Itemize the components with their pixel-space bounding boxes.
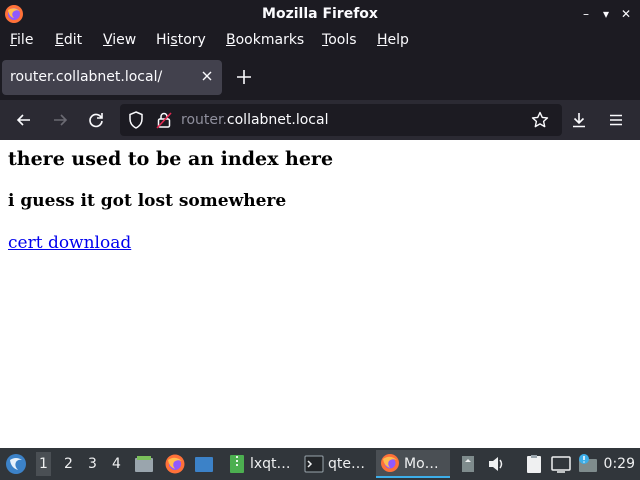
- hamburger-menu-icon[interactable]: [606, 110, 626, 130]
- firefox-icon: [381, 454, 399, 472]
- page-content: there used to be an index here i guess i…: [0, 140, 640, 448]
- url-bar[interactable]: router.collabnet.local: [120, 104, 562, 136]
- reload-icon[interactable]: [86, 110, 106, 130]
- tab-title: router.collabnet.local/: [10, 69, 163, 85]
- desktop-1-button[interactable]: 1: [36, 452, 51, 476]
- shield-icon[interactable]: [126, 110, 146, 130]
- task-qterminal[interactable]: qte…: [300, 450, 372, 478]
- desktop-3-button[interactable]: 3: [88, 456, 97, 472]
- menu-edit[interactable]: Edit: [55, 32, 82, 48]
- task-firefox[interactable]: Mo…: [376, 450, 450, 478]
- tab-router[interactable]: router.collabnet.local/: [2, 60, 222, 95]
- page-heading: there used to be an index here: [8, 148, 334, 170]
- terminal-icon: [304, 455, 324, 473]
- restore-button[interactable]: ▾: [598, 6, 614, 22]
- taskbar: 1 2 3 4 lxqt… qte… Mo… 0:29: [0, 448, 640, 480]
- url-subdomain: router.: [181, 112, 227, 128]
- menu-history[interactable]: History: [156, 32, 206, 48]
- network-icon[interactable]: [550, 453, 572, 475]
- url-text[interactable]: router.collabnet.local: [181, 112, 328, 128]
- menu-help[interactable]: Help: [377, 32, 409, 48]
- task-label: lxqt…: [250, 456, 291, 472]
- desktop-2-button[interactable]: 2: [64, 456, 73, 472]
- window-title: Mozilla Firefox: [262, 6, 378, 22]
- close-window-button[interactable]: ✕: [618, 6, 634, 22]
- file-manager-icon[interactable]: [133, 453, 155, 475]
- menu-tools[interactable]: Tools: [322, 32, 357, 48]
- insecure-lock-icon[interactable]: [154, 110, 174, 130]
- desktop-4-button[interactable]: 4: [112, 456, 121, 472]
- new-tab-icon[interactable]: [234, 67, 254, 87]
- window-titlebar: Mozilla Firefox – ▾ ✕: [0, 0, 640, 28]
- close-tab-icon[interactable]: [200, 69, 214, 83]
- zip-archive-icon: [230, 455, 244, 473]
- minimize-button[interactable]: –: [578, 6, 594, 22]
- task-label: qte…: [328, 456, 365, 472]
- navigation-toolbar: router.collabnet.local: [0, 100, 640, 140]
- bookmark-star-icon[interactable]: [530, 110, 550, 130]
- start-menu-icon[interactable]: [4, 452, 28, 476]
- menu-view[interactable]: View: [103, 32, 136, 48]
- forward-arrow-icon[interactable]: [50, 110, 70, 130]
- menu-file[interactable]: File: [10, 32, 33, 48]
- volume-icon[interactable]: [485, 453, 507, 475]
- clipboard-icon[interactable]: [523, 453, 545, 475]
- storage-icon[interactable]: [457, 453, 479, 475]
- back-arrow-icon[interactable]: [14, 110, 34, 130]
- downloads-icon[interactable]: [569, 110, 589, 130]
- tab-strip: router.collabnet.local/: [0, 55, 640, 100]
- task-label: Mo…: [404, 456, 439, 472]
- notification-icon[interactable]: [577, 453, 599, 475]
- menu-bookmarks[interactable]: Bookmarks: [226, 32, 304, 48]
- clock[interactable]: 0:29: [604, 456, 635, 472]
- url-host: collabnet.local: [226, 112, 329, 128]
- menu-bar: File Edit View History Bookmarks Tools H…: [0, 28, 640, 55]
- desktop-folder-icon[interactable]: [193, 453, 215, 475]
- cert-download-link[interactable]: cert download: [8, 233, 131, 253]
- task-lxqt[interactable]: lxqt…: [224, 450, 296, 478]
- firefox-launcher-icon[interactable]: [164, 453, 186, 475]
- page-subheading: i guess it got lost somewhere: [8, 191, 287, 211]
